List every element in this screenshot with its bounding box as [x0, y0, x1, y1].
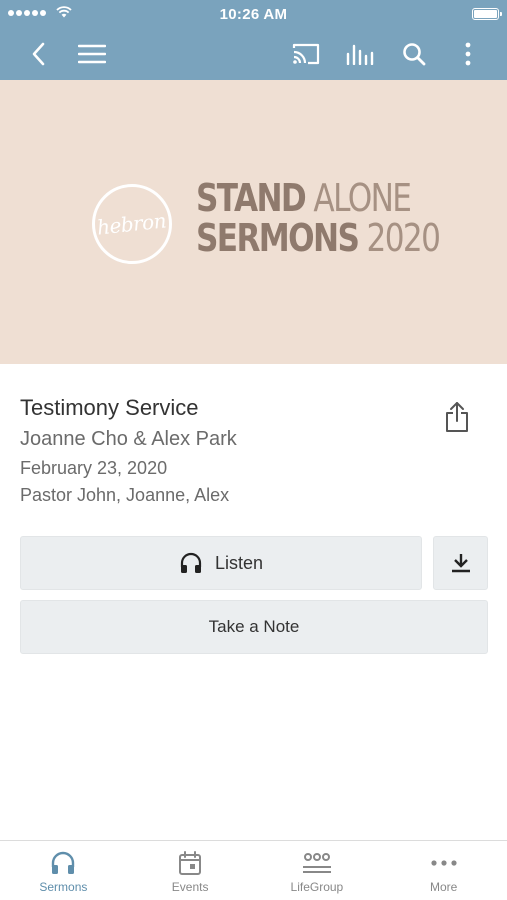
tab-events[interactable]: Events — [127, 841, 254, 900]
banner-line2-bold: SERMONS — [196, 216, 360, 260]
back-icon[interactable] — [20, 36, 56, 72]
tab-more[interactable]: More — [380, 841, 507, 900]
audio-bars-icon[interactable] — [342, 36, 378, 72]
banner-line2-light: 2020 — [366, 216, 441, 260]
hebron-logo: hebron — [92, 184, 172, 264]
sermon-title: Testimony Service — [20, 395, 199, 420]
menu-icon[interactable] — [74, 36, 110, 72]
tab-label: Sermons — [39, 880, 88, 894]
sermon-people: Pastor John, Joanne, Alex — [20, 485, 230, 505]
download-button[interactable] — [433, 536, 488, 590]
take-note-label: Take a Note — [208, 617, 300, 636]
listen-label: Listen — [214, 552, 264, 573]
tab-label: Events — [171, 880, 209, 894]
listen-button[interactable]: Listen — [20, 536, 422, 590]
sermon-date: February 23, 2020 — [20, 458, 168, 478]
calendar-icon — [179, 851, 202, 875]
battery-icon — [472, 8, 502, 20]
download-icon — [451, 554, 470, 573]
sermon-info: Testimony Service Joanne Cho & Alex Park… — [20, 394, 440, 508]
status-time: 10:26 AM — [219, 6, 288, 23]
search-icon[interactable] — [396, 36, 432, 72]
logo-text: hebron — [96, 208, 168, 240]
tab-lifegroup[interactable]: LifeGroup — [254, 841, 381, 900]
banner-line1-bold: STAND — [196, 176, 307, 220]
take-note-button[interactable]: Take a Note — [20, 600, 488, 654]
headphones-icon — [52, 851, 75, 874]
headphones-icon — [180, 552, 202, 573]
sermon-speakers: Joanne Cho & Alex Park — [20, 428, 237, 450]
cast-icon[interactable] — [288, 36, 324, 72]
banner-title: STAND ALONE SERMONS 2020 — [196, 176, 441, 260]
more-vertical-icon[interactable] — [450, 36, 486, 72]
tab-label: More — [429, 880, 458, 894]
share-icon[interactable] — [440, 398, 474, 436]
group-icon — [302, 853, 331, 873]
tab-label: LifeGroup — [290, 880, 344, 894]
tab-sermons[interactable]: Sermons — [0, 841, 127, 900]
banner-line1-light: ALONE — [313, 176, 412, 220]
tab-bar: Sermons Events LifeGroup More — [0, 840, 507, 900]
nav-bar — [0, 28, 507, 80]
status-bar: 10:26 AM — [0, 0, 507, 28]
more-dots-icon — [431, 860, 457, 866]
sermon-banner: hebron STAND ALONE SERMONS 2020 — [0, 80, 507, 364]
